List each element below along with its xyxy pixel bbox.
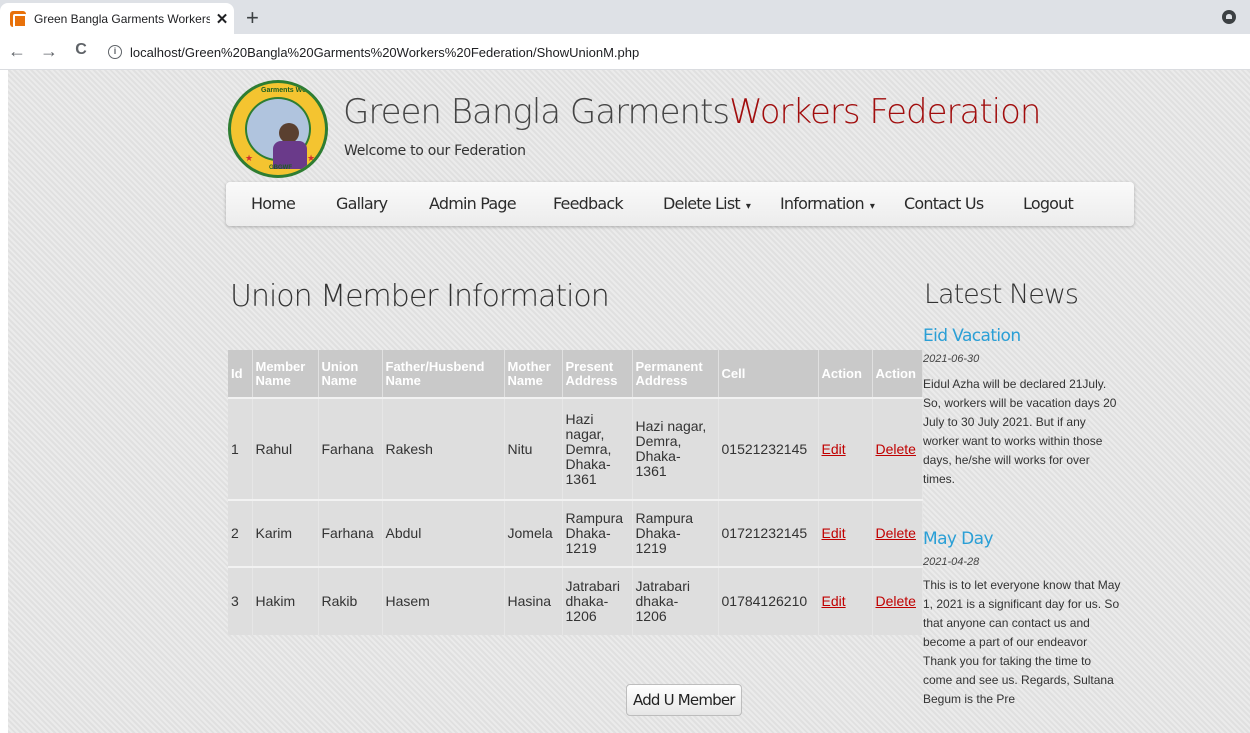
- tab-title: Green Bangla Garments Workers: [34, 11, 210, 26]
- site-title-accent: Workers Federation: [729, 92, 1041, 132]
- logo-star-icon: ★: [307, 153, 316, 163]
- cell-mother-name: Hasina: [504, 566, 563, 635]
- tab-close-icon[interactable]: ✕: [210, 10, 234, 28]
- logo-photo: [245, 97, 311, 169]
- table-row: 2 Karim Farhana Abdul Jomela Rampura Dhak…: [228, 499, 923, 567]
- main-navbar: Home Gallary Admin Page Feedback Delete …: [226, 182, 1134, 226]
- cell-edit: Edit: [818, 397, 873, 500]
- logo-person-head: [279, 123, 299, 143]
- cell-present-address: Rampura Dhaka- 1219: [562, 499, 633, 567]
- col-header-permanent-address: Permanent Address: [632, 350, 719, 398]
- edit-link[interactable]: Edit: [822, 593, 846, 609]
- col-header-action: Action: [818, 350, 873, 398]
- site-title: Green Bangla GarmentsWorkers Federation: [343, 92, 1041, 132]
- col-header-mother-name: Mother Name: [504, 350, 563, 398]
- site-subtitle: Welcome to our Federation: [344, 143, 526, 159]
- browser-tab-bar: Green Bangla Garments Workers ✕ +: [0, 0, 1250, 34]
- logo-star-icon: ★: [245, 153, 254, 163]
- add-member-button[interactable]: Add U Member: [626, 684, 742, 716]
- col-header-present-address: Present Address: [562, 350, 633, 398]
- cell-father-name: Hasem: [382, 566, 505, 635]
- page-title: Union Member Information: [230, 279, 610, 314]
- federation-logo: Garments Workers ★ ★ GBGWF: [228, 80, 328, 178]
- cell-father-name: Rakesh: [382, 397, 505, 500]
- nav-contact-us[interactable]: Contact Us: [904, 194, 984, 213]
- cell-phone: 01784126210: [718, 566, 819, 635]
- page-body: Garments Workers ★ ★ GBGWF Green Bangla …: [0, 70, 1250, 733]
- cell-permanent-address: Hazi nagar, Demra, Dhaka- 1361: [632, 397, 719, 500]
- nav-logout[interactable]: Logout: [1023, 194, 1074, 213]
- nav-information[interactable]: Information ▾: [780, 194, 875, 213]
- latest-news-heading: Latest News: [924, 279, 1079, 310]
- cell-union-name: Farhana: [318, 499, 383, 567]
- col-header-id: Id: [228, 350, 253, 398]
- cell-mother-name: Jomela: [504, 499, 563, 567]
- cell-member-name: Karim: [252, 499, 319, 567]
- chevron-down-icon: ▾: [745, 201, 751, 212]
- col-header-action: Action: [872, 350, 923, 398]
- site-title-main: Green Bangla Garments: [343, 92, 730, 132]
- cell-present-address: Jatrabari dhaka- 1206: [562, 566, 633, 635]
- col-header-cell: Cell: [718, 350, 819, 398]
- logo-abbrev: GBGWF: [269, 165, 292, 171]
- edit-link[interactable]: Edit: [822, 525, 846, 541]
- cell-member-name: Rahul: [252, 397, 319, 500]
- cell-id: 2: [228, 499, 253, 567]
- nav-information-label: Information: [780, 194, 865, 213]
- news-body: Eidul Azha will be declared 21July. So, …: [923, 377, 1117, 486]
- cell-permanent-address: Jatrabari dhaka- 1206: [632, 566, 719, 635]
- url-text: localhost/Green%20Bangla%20Garments%20Wo…: [130, 44, 640, 60]
- union-member-table: Id Member Name Union Name Father/Husbend Na…: [228, 350, 923, 635]
- profile-icon[interactable]: [1222, 10, 1236, 24]
- nav-feedback[interactable]: Feedback: [553, 194, 624, 213]
- url-field[interactable]: i localhost/Green%20Bangla%20Garments%20…: [108, 41, 639, 63]
- cell-father-name: Abdul: [382, 499, 505, 567]
- reload-icon[interactable]: C: [70, 41, 92, 59]
- cell-union-name: Rakib: [318, 566, 383, 635]
- cell-edit: Edit: [818, 566, 873, 635]
- col-header-father-name: Father/Husbend Name: [382, 350, 505, 398]
- browser-address-bar: ← → C i localhost/Green%20Bangla%20Garme…: [0, 34, 1250, 70]
- cell-phone: 01721232145: [718, 499, 819, 567]
- cell-id: 3: [228, 566, 253, 635]
- cell-present-address: Hazi nagar, Demra, Dhaka- 1361: [562, 397, 633, 500]
- nav-admin-page[interactable]: Admin Page: [429, 194, 517, 213]
- back-icon[interactable]: ←: [6, 41, 28, 62]
- cell-mother-name: Nitu: [504, 397, 563, 500]
- edit-link[interactable]: Edit: [822, 441, 846, 457]
- news-title-link[interactable]: May Day: [923, 529, 994, 549]
- forward-icon[interactable]: →: [38, 41, 60, 62]
- cell-edit: Edit: [818, 499, 873, 567]
- cell-delete: Delete: [872, 566, 923, 635]
- table-row: 1 Rahul Farhana Rakesh Nitu Hazi nagar, De…: [228, 397, 923, 500]
- nav-gallary[interactable]: Gallary: [336, 194, 388, 213]
- cell-phone: 01521232145: [718, 397, 819, 500]
- cell-union-name: Farhana: [318, 397, 383, 500]
- news-date: 2021-04-28: [923, 556, 980, 568]
- cell-delete: Delete: [872, 397, 923, 500]
- table-header-row: Id Member Name Union Name Father/Husbend Na…: [228, 350, 923, 398]
- site-favicon-icon: [10, 10, 27, 28]
- chevron-down-icon: ▾: [869, 201, 875, 212]
- cell-delete: Delete: [872, 499, 923, 567]
- col-header-member-name: Member Name: [252, 350, 319, 398]
- delete-link[interactable]: Delete: [876, 593, 916, 609]
- browser-tab[interactable]: Green Bangla Garments Workers ✕: [0, 3, 234, 34]
- delete-link[interactable]: Delete: [876, 441, 916, 457]
- news-body: This is to let everyone know that May 1,…: [923, 578, 1121, 706]
- nav-delete-list-label: Delete List: [663, 194, 741, 213]
- news-title-link[interactable]: Eid Vacation: [923, 326, 1021, 346]
- cell-member-name: Hakim: [252, 566, 319, 635]
- table-row: 3 Hakim Rakib Hasem Hasina Jatrabari dhak…: [228, 566, 923, 635]
- cell-id: 1: [228, 397, 253, 500]
- logo-ring-text: Garments Workers: [261, 87, 324, 94]
- site-info-icon[interactable]: i: [108, 45, 122, 59]
- delete-link[interactable]: Delete: [876, 525, 916, 541]
- nav-delete-list[interactable]: Delete List ▾: [663, 194, 751, 213]
- col-header-union-name: Union Name: [318, 350, 383, 398]
- cell-permanent-address: Rampura Dhaka- 1219: [632, 499, 719, 567]
- news-date: 2021-06-30: [923, 353, 980, 365]
- new-tab-button[interactable]: +: [246, 5, 259, 31]
- nav-home[interactable]: Home: [251, 194, 296, 213]
